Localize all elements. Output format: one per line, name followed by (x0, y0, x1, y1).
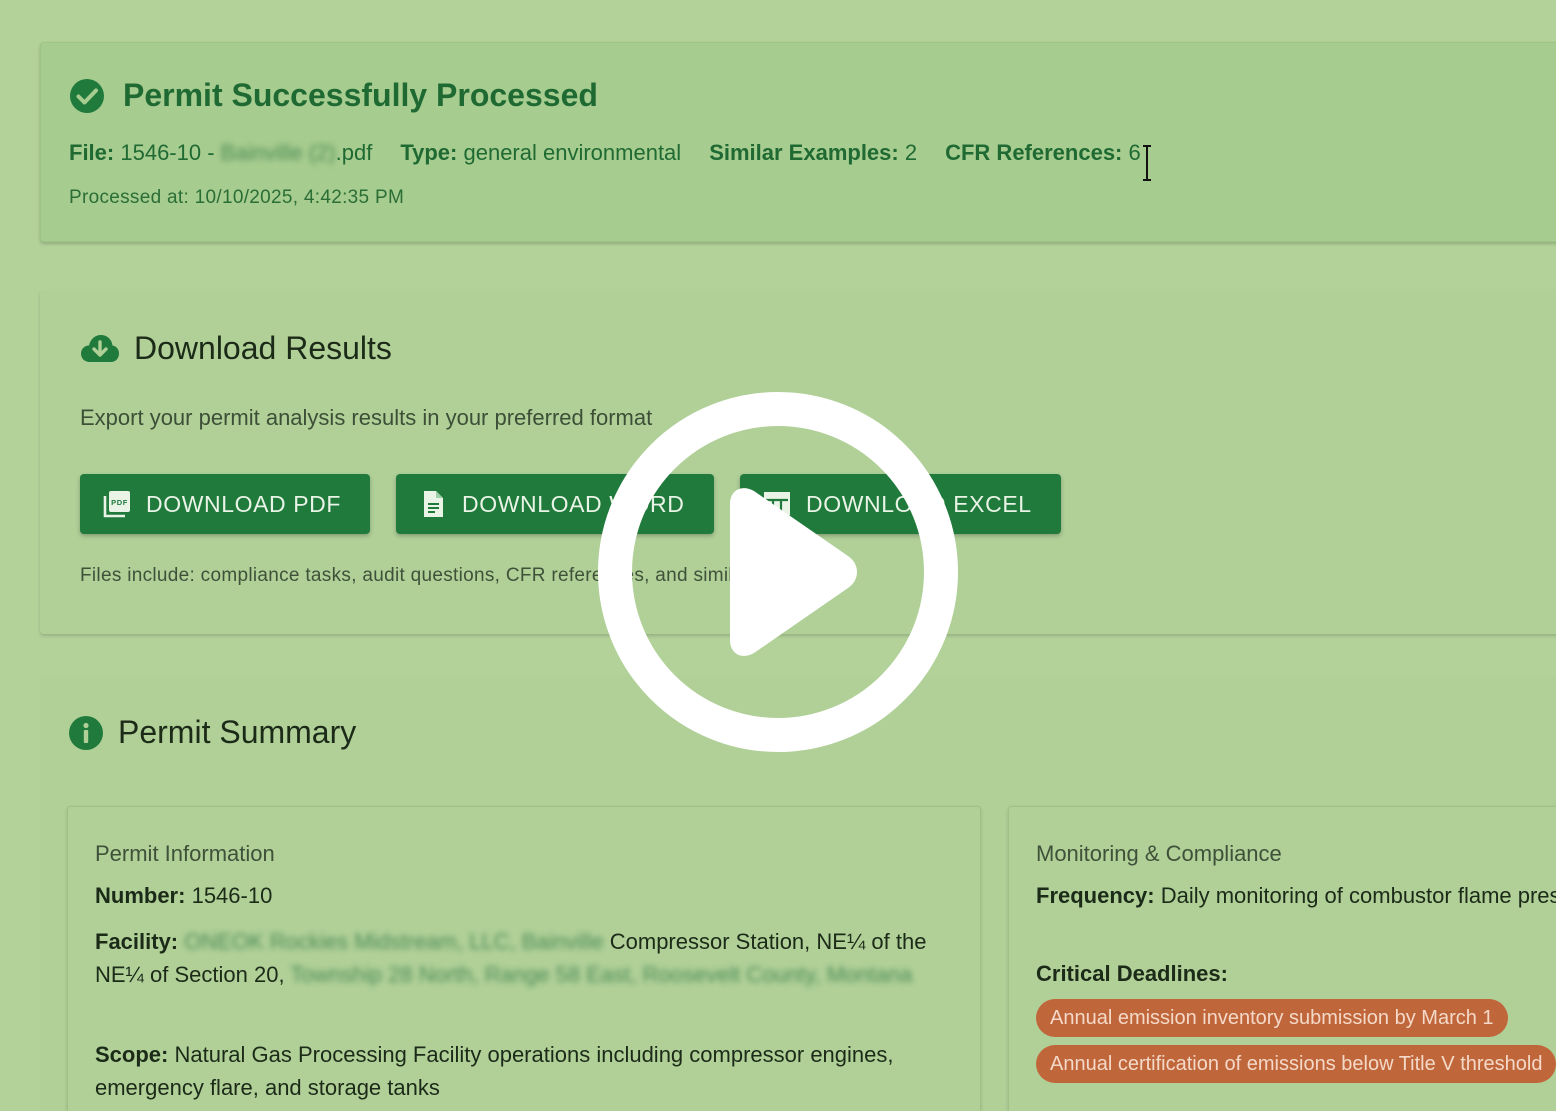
monitoring-compliance-panel: Monitoring & Compliance Frequency: Daily… (1008, 806, 1556, 1111)
processed-timestamp: Processed at: 10/10/2025, 4:42:35 PM (69, 187, 405, 208)
permit-summary-title: Permit Summary (118, 714, 357, 750)
facility-label: Facility: (95, 929, 179, 954)
scope-value: Natural Gas Processing Facility operatio… (95, 1042, 894, 1100)
frequency-label: Frequency: (1036, 883, 1155, 908)
permit-number-label: Number: (95, 883, 186, 908)
permit-number-field: Number: 1546-10 (95, 879, 965, 912)
scope-label: Scope: (95, 1042, 169, 1067)
file-meta: File: 1546-10 - Bainville (2).pdf (69, 140, 372, 166)
download-description: Export your permit analysis results in y… (80, 405, 653, 430)
permit-information-panel: Permit Information Number: 1546-10 Facil… (67, 806, 981, 1111)
monitoring-compliance-title: Monitoring & Compliance (1036, 841, 1282, 866)
file-label: File: (69, 140, 115, 165)
deadline-chip: Annual certification of emissions below … (1036, 1045, 1556, 1083)
similar-examples-value: 2 (904, 140, 918, 165)
frequency-field: Frequency: Daily monitoring of combustor… (1036, 879, 1556, 912)
pdf-file-icon: PDF (102, 489, 132, 519)
page: Permit Successfully Processed File: 1546… (0, 0, 1556, 1111)
file-prefix: 1546-10 - (120, 140, 215, 165)
download-results-header: Download Results (80, 330, 392, 367)
scope-field: Scope: Natural Gas Processing Facility o… (95, 1038, 895, 1104)
cfr-references-value: 6 (1128, 140, 1141, 165)
download-pdf-button[interactable]: PDF DOWNLOAD PDF (80, 474, 370, 534)
file-name-redacted: Bainville (2) (220, 140, 336, 165)
permit-number-value: 1546-10 (191, 883, 273, 908)
facility-redacted-name: ONEOK Rockies Midstream, LLC, Bainville (184, 929, 604, 954)
cfr-references-meta: CFR References: 6 (945, 140, 1141, 166)
frequency-value: Daily monitoring of combustor flame pres… (1160, 883, 1556, 908)
video-play-button[interactable] (598, 392, 958, 752)
play-icon (598, 392, 958, 752)
deadline-chip: Annual emission inventory submission by … (1036, 999, 1508, 1037)
banner-title-row: Permit Successfully Processed (69, 77, 598, 114)
similar-examples-label: Similar Examples: (709, 140, 899, 165)
type-value: general environmental (463, 140, 682, 165)
file-meta-row: File: 1546-10 - Bainville (2).pdf Type: … (69, 140, 1141, 166)
info-icon (68, 715, 104, 751)
facility-redacted-location: Township 28 North, Range 58 East, Roosev… (290, 962, 913, 987)
svg-text:PDF: PDF (111, 498, 128, 507)
banner-title: Permit Successfully Processed (123, 77, 598, 113)
download-pdf-label: DOWNLOAD PDF (146, 490, 342, 517)
similar-examples-meta: Similar Examples: 2 (709, 140, 917, 166)
cloud-download-icon (80, 332, 120, 366)
cfr-references-label: CFR References: (945, 140, 1123, 165)
facility-field: Facility: ONEOK Rockies Midstream, LLC, … (95, 925, 965, 991)
file-suffix: .pdf (335, 140, 373, 165)
text-cursor-icon (1143, 145, 1151, 181)
document-icon (418, 489, 448, 519)
success-banner: Permit Successfully Processed File: 1546… (40, 42, 1556, 242)
permit-information-title: Permit Information (95, 841, 275, 866)
check-circle-icon (69, 78, 105, 114)
type-meta: Type: general environmental (400, 140, 681, 166)
critical-deadlines-label-row: Critical Deadlines: (1036, 957, 1228, 990)
permit-summary-header: Permit Summary (68, 714, 356, 751)
download-results-title: Download Results (134, 330, 392, 366)
critical-deadlines-label: Critical Deadlines: (1036, 961, 1228, 986)
type-label: Type: (400, 140, 458, 165)
